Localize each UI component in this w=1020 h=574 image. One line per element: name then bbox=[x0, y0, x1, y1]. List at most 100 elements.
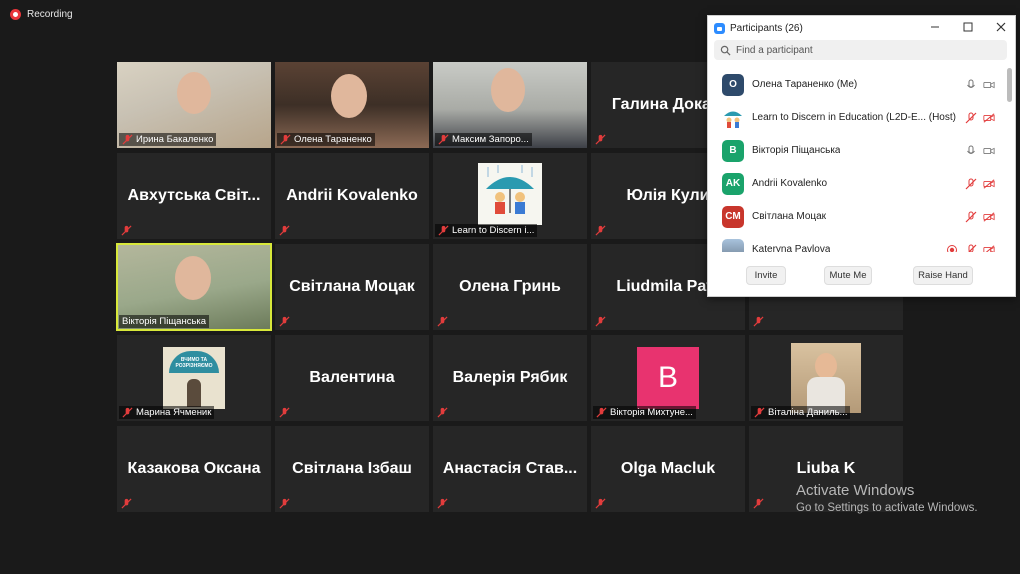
recording-label: Recording bbox=[27, 9, 73, 20]
participant-name: Авхутська Світ... bbox=[127, 187, 261, 204]
profile-image bbox=[791, 343, 861, 413]
tile-caption: Марина Ячменик bbox=[119, 406, 215, 419]
participant-name: Олена Тараненко (Me) bbox=[752, 79, 858, 90]
participant-name: Learn to Discern in Education (L2D-E... … bbox=[752, 112, 956, 123]
video-tile[interactable]: Olga Macluk bbox=[591, 426, 745, 512]
recording-icon bbox=[10, 9, 21, 20]
tile-caption: Максим Запоро... bbox=[435, 133, 532, 146]
video-tile[interactable]: Learn to Discern i... bbox=[433, 153, 587, 239]
tile-caption: Learn to Discern i... bbox=[435, 224, 538, 237]
participant-name: Liuba K bbox=[796, 460, 856, 477]
close-icon[interactable] bbox=[995, 21, 1007, 33]
mic-muted-icon[interactable] bbox=[965, 178, 977, 190]
camera-off-icon[interactable] bbox=[983, 211, 995, 223]
mic-icon[interactable] bbox=[965, 145, 977, 157]
video-tile[interactable]: Віталіна Даниль... bbox=[749, 335, 903, 421]
profile-image: ВЧИМО ТА РОЗРІЗНЯЄМО bbox=[163, 347, 225, 409]
camera-off-icon[interactable] bbox=[983, 112, 995, 124]
participant-name: Світлана Ізбаш bbox=[292, 460, 412, 477]
video-tile[interactable]: Олена Гринь bbox=[433, 244, 587, 330]
mic-muted-icon[interactable] bbox=[965, 112, 977, 124]
window-controls bbox=[929, 21, 1007, 33]
maximize-icon[interactable] bbox=[962, 21, 974, 33]
mic-muted-icon bbox=[279, 498, 290, 509]
video-tile[interactable]: Олена Тараненко bbox=[275, 62, 429, 148]
participant-row[interactable]: В Вікторія Піщанська bbox=[708, 134, 1006, 167]
mic-muted-icon bbox=[753, 498, 764, 509]
participant-row[interactable]: Kateryna Pavlova bbox=[708, 233, 1006, 252]
video-tile[interactable]: Andrii Kovalenko bbox=[275, 153, 429, 239]
mic-muted-icon bbox=[122, 407, 133, 418]
raise-hand-button[interactable]: Raise Hand bbox=[913, 266, 973, 285]
participant-name: Kateryna Pavlova bbox=[752, 244, 831, 252]
participant-row[interactable]: СМ Світлана Моцак bbox=[708, 200, 1006, 233]
video-tile[interactable]: Валерія Рябик bbox=[433, 335, 587, 421]
video-tile[interactable]: Ирина Бакаленко bbox=[117, 62, 271, 148]
camera-icon[interactable] bbox=[983, 79, 995, 91]
scrollbar[interactable] bbox=[1007, 68, 1012, 102]
video-tile[interactable]: B Вікторія Михтуне... bbox=[591, 335, 745, 421]
participant-name: Andrii Kovalenko bbox=[752, 178, 828, 189]
tile-caption: Ирина Бакаленко bbox=[119, 133, 217, 146]
video-tile[interactable]: Авхутська Світ... bbox=[117, 153, 271, 239]
video-tile[interactable]: Анастасія Став... bbox=[433, 426, 587, 512]
mic-muted-icon bbox=[596, 407, 607, 418]
participant-name: Казакова Оксана bbox=[127, 460, 261, 477]
video-tile[interactable]: Максим Запоро... bbox=[433, 62, 587, 148]
mic-muted-icon bbox=[595, 498, 606, 509]
mic-muted-icon bbox=[438, 134, 449, 145]
mic-muted-icon bbox=[122, 134, 133, 145]
active-speaker-tile[interactable]: Вікторія Піщанська bbox=[116, 243, 272, 331]
mic-muted-icon[interactable] bbox=[965, 244, 977, 253]
search-placeholder: Find a participant bbox=[736, 44, 813, 56]
host-avatar-image bbox=[722, 106, 744, 129]
avatar: AK bbox=[722, 172, 744, 195]
participant-name: Світлана Моцак bbox=[752, 211, 827, 222]
mic-muted-icon bbox=[437, 498, 448, 509]
recording-dot-icon bbox=[947, 244, 957, 252]
video-tile[interactable]: ВЧИМО ТА РОЗРІЗНЯЄМО Марина Ячменик bbox=[117, 335, 271, 421]
mic-muted-icon bbox=[121, 498, 132, 509]
tile-caption: Віталіна Даниль... bbox=[751, 406, 851, 419]
mic-muted-icon bbox=[121, 225, 132, 236]
participant-row[interactable]: Learn to Discern in Education (L2D-E... … bbox=[708, 101, 1006, 134]
video-tile[interactable]: Валентина bbox=[275, 335, 429, 421]
avatar: В bbox=[722, 139, 744, 162]
participant-name: Анастасія Став... bbox=[442, 460, 578, 477]
mic-icon[interactable] bbox=[965, 79, 977, 91]
participants-panel: Participants (26) Find a participant О О… bbox=[707, 15, 1016, 297]
camera-icon[interactable] bbox=[983, 145, 995, 157]
participant-row[interactable]: О Олена Тараненко (Me) bbox=[708, 68, 1006, 101]
recording-indicator[interactable]: Recording bbox=[10, 9, 73, 20]
invite-button[interactable]: Invite bbox=[746, 266, 786, 285]
participant-list: О Олена Тараненко (Me) Learn to Discern … bbox=[708, 68, 1006, 252]
avatar-image bbox=[722, 238, 744, 252]
mic-muted-icon bbox=[280, 134, 291, 145]
video-tile[interactable]: Світлана Моцак bbox=[275, 244, 429, 330]
participant-name: Валерія Рябик bbox=[452, 369, 568, 386]
camera-off-icon[interactable] bbox=[983, 244, 995, 253]
mic-muted-icon bbox=[279, 316, 290, 327]
mic-muted-icon bbox=[753, 316, 764, 327]
tile-caption: Вікторія Михтуне... bbox=[593, 406, 696, 419]
minimize-icon[interactable] bbox=[929, 21, 941, 33]
mic-muted-icon bbox=[438, 225, 449, 236]
mic-muted-icon bbox=[754, 407, 765, 418]
participant-name: Олена Гринь bbox=[459, 278, 561, 295]
mic-muted-icon bbox=[437, 316, 448, 327]
mic-muted-icon bbox=[279, 407, 290, 418]
participant-name: Andrii Kovalenko bbox=[286, 187, 418, 204]
search-input[interactable]: Find a participant bbox=[714, 40, 1007, 60]
mic-muted-icon[interactable] bbox=[965, 211, 977, 223]
mute-me-button[interactable]: Mute Me bbox=[824, 266, 872, 285]
mic-muted-icon bbox=[595, 316, 606, 327]
mic-muted-icon bbox=[437, 407, 448, 418]
video-tile[interactable]: Казакова Оксана bbox=[117, 426, 271, 512]
video-tile[interactable]: Світлана Ізбаш bbox=[275, 426, 429, 512]
avatar: СМ bbox=[722, 205, 744, 228]
profile-avatar: B bbox=[637, 347, 699, 409]
participant-row[interactable]: AK Andrii Kovalenko bbox=[708, 167, 1006, 200]
tile-caption: Олена Тараненко bbox=[277, 133, 375, 146]
participant-name: Olga Macluk bbox=[620, 460, 716, 477]
camera-off-icon[interactable] bbox=[983, 178, 995, 190]
